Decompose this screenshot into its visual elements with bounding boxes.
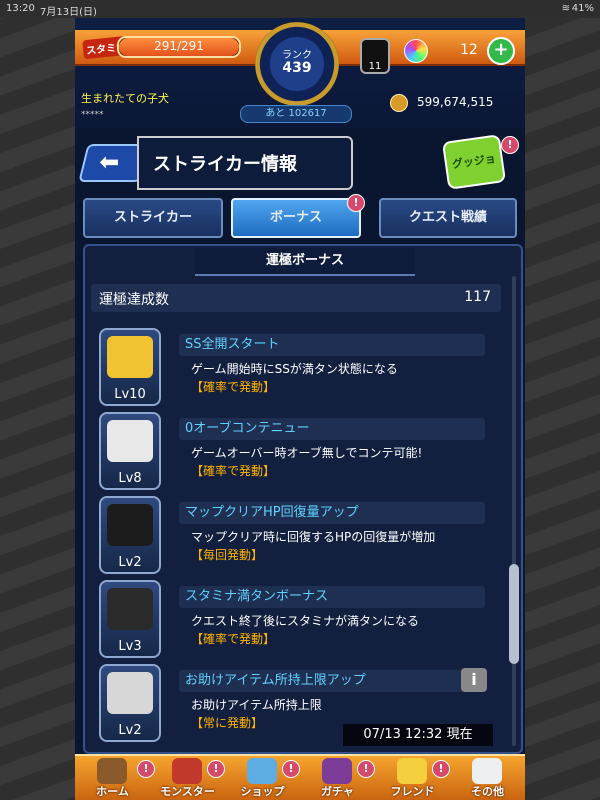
timestamp: 07/13 12:32 現在: [343, 724, 493, 746]
page-title-plate: ストライカー情報: [137, 136, 353, 190]
tab-quest-record[interactable]: クエスト戦績: [379, 198, 517, 238]
username: 生まれたての子犬: [81, 92, 169, 105]
bonus-condition: 【常に発動】: [191, 716, 264, 730]
gacha-icon: [322, 758, 352, 784]
bonus-level: Lv2: [118, 723, 142, 738]
status-time: 13:20: [6, 3, 35, 14]
nav-badge: !: [137, 760, 155, 778]
back-arrow-icon: ⬅: [99, 148, 120, 176]
bonus-icon-frame: Lv8: [99, 412, 161, 490]
game-screen: スタミナ 291/291 ランク 439 11 12 + 生まれたての子犬 **…: [75, 18, 525, 800]
bonus-name: お助けアイテム所持上限アップ: [179, 670, 485, 692]
bonus-description: クエスト終了後にスタミナが満タンになる: [191, 614, 420, 628]
bonus-description: お助けアイテム所持上限: [191, 698, 322, 712]
orb-icon: [404, 39, 428, 63]
shop-orb-icon: [247, 758, 277, 784]
nav-badge: !: [282, 760, 300, 778]
friend-icon: [397, 758, 427, 784]
stamina-text: 291/291: [154, 39, 204, 53]
right-background: [525, 0, 600, 800]
scrollbar-track[interactable]: [512, 276, 516, 746]
stamina-gauge-icon: [107, 588, 153, 630]
bonus-description: マップクリア時に回復するHPの回復量が増加: [191, 530, 436, 544]
bonus-description: ゲームオーバー時オーブ無しでコンテ可能!: [191, 446, 423, 460]
winged-arrow-icon: [107, 420, 153, 462]
bonus-icon-frame: Lv2: [99, 664, 161, 742]
bonus-icon-frame: Lv10: [99, 328, 161, 406]
bonus-condition: 【毎回発動】: [191, 548, 264, 562]
nav-label: その他: [471, 785, 504, 798]
nav-other[interactable]: その他: [450, 756, 525, 800]
bottom-nav: ホーム モンスター ショップ ガチャ フレンド その他 ! ! ! ! !: [75, 754, 525, 800]
bonus-level: Lv8: [118, 471, 142, 486]
stamina-gauge: 291/291: [117, 36, 241, 58]
gem-counter-icon[interactable]: 11: [360, 38, 390, 74]
good-job-badge: !: [501, 136, 519, 154]
section-title: 運極ボーナス: [195, 248, 415, 276]
achievement-count-row: 運極達成数 117: [91, 284, 501, 312]
gem-count: 11: [368, 61, 382, 72]
bonus-panel: 運極ボーナス 運極達成数 117 Lv10 SS全開スタート ゲーム開始時にSS…: [83, 244, 523, 754]
user-code: *****: [81, 110, 104, 120]
bonus-condition: 【確率で発動】: [191, 632, 276, 646]
other-icon: [472, 758, 502, 784]
bonus-item[interactable]: Lv8 0オーブコンテニュー ゲームオーバー時オーブ無しでコンテ可能! 【確率で…: [91, 410, 501, 490]
bonus-level: Lv2: [118, 555, 142, 570]
go-icon: [107, 336, 153, 378]
status-bar: 13:20 7月13日(日) ≋ 41%: [0, 0, 600, 18]
nav-label: フレンド: [390, 785, 435, 798]
hp-gauge-icon: [107, 504, 153, 546]
tab-bonus-badge: !: [347, 194, 365, 212]
bonus-item[interactable]: Lv2 マップクリアHP回復量アップ マップクリア時に回復するHPの回復量が増加…: [91, 494, 501, 574]
nav-label: ガチャ: [321, 785, 354, 798]
helper-item-icon: [107, 672, 153, 714]
bonus-condition: 【確率で発動】: [191, 464, 276, 478]
orb-count: 12: [460, 42, 478, 58]
bonus-name: 0オーブコンテニュー: [179, 418, 485, 440]
battery-level: 41%: [571, 3, 594, 14]
bonus-level: Lv3: [118, 639, 142, 654]
wifi-icon: ≋: [561, 3, 570, 14]
bonus-name: スタミナ満タンボーナス: [179, 586, 485, 608]
nav-label: ショップ: [240, 785, 285, 798]
home-icon: [97, 758, 127, 784]
page-title: ストライカー情報: [153, 154, 297, 175]
nav-label: モンスター: [160, 785, 215, 798]
bonus-item[interactable]: Lv3 スタミナ満タンボーナス クエスト終了後にスタミナが満タンになる 【確率で…: [91, 578, 501, 658]
bonus-item[interactable]: Lv10 SS全開スタート ゲーム開始時にSSが満タン状態になる 【確率で発動】: [91, 326, 501, 406]
header: スタミナ 291/291 ランク 439 11 12 + 生まれたての子犬 **…: [75, 18, 525, 128]
status-date: 7月13日(日): [40, 7, 97, 18]
tab-striker[interactable]: ストライカー: [83, 198, 223, 238]
coin-icon: [390, 94, 408, 112]
tab-bonus[interactable]: ボーナス: [231, 198, 361, 238]
nav-badge: !: [357, 760, 375, 778]
info-button[interactable]: i: [461, 668, 487, 692]
nav-label: ホーム: [96, 785, 129, 798]
bonus-description: ゲーム開始時にSSが満タン状態になる: [191, 362, 398, 376]
bonus-name: SS全開スタート: [179, 334, 485, 356]
coin-count: 599,674,515: [417, 95, 494, 109]
bonus-level: Lv10: [114, 387, 146, 402]
good-job-button[interactable]: グッジョブ!: [441, 134, 507, 213]
rank-value: 439: [282, 60, 312, 76]
buy-orb-button[interactable]: +: [487, 37, 515, 65]
count-label: 運極達成数: [99, 292, 169, 308]
nav-badge: !: [432, 760, 450, 778]
bonus-icon-frame: Lv2: [99, 496, 161, 574]
monster-icon: [172, 758, 202, 784]
rank-badge[interactable]: ランク 439: [255, 22, 339, 106]
bonus-name: マップクリアHP回復量アップ: [179, 502, 485, 524]
bonus-condition: 【確率で発動】: [191, 380, 276, 394]
next-rank-exp: あと 102617: [240, 105, 352, 123]
left-background: [0, 0, 75, 800]
bonus-icon-frame: Lv3: [99, 580, 161, 658]
rank-label: ランク: [282, 50, 312, 61]
count-value: 117: [464, 289, 491, 305]
nav-badge: !: [207, 760, 225, 778]
scrollbar-thumb[interactable]: [509, 564, 519, 664]
